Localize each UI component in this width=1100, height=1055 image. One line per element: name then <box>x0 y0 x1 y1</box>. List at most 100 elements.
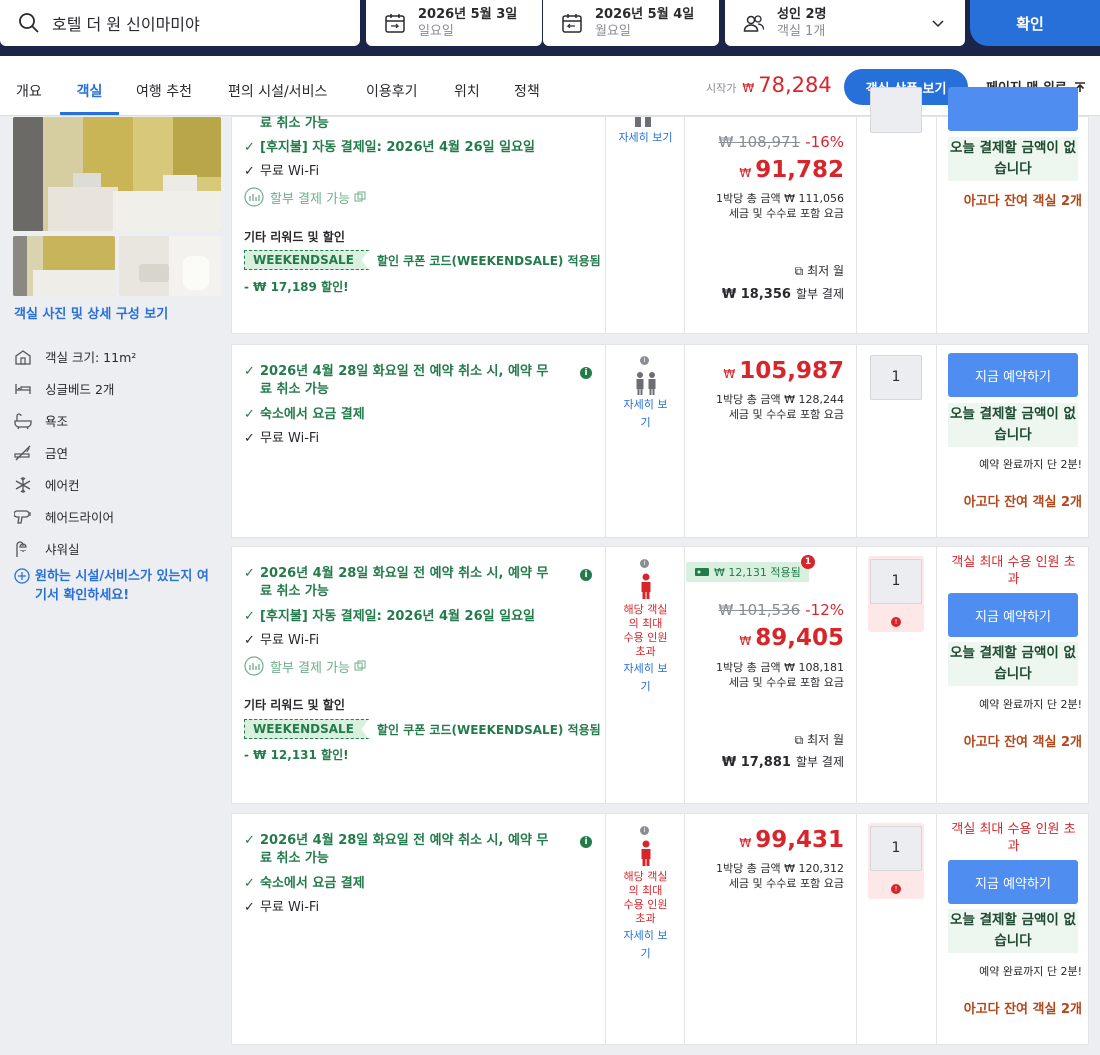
wifi-text: 무료 Wi-Fi <box>260 164 320 179</box>
tab-facilities[interactable]: 편의 시설/서비스 <box>228 56 327 115</box>
coupon-icon <box>695 568 709 576</box>
room-size-icon <box>15 349 31 365</box>
check-icon: ✓ <box>244 364 255 379</box>
rooms-left-notice: 아고다 잔여 객실 2개 <box>963 194 1082 209</box>
applied-discount-badge: ₩ 12,131 적용됨 <box>686 562 809 582</box>
price-details: 1박당 총 금액 ₩ 128,244 세금 및 수수료 포함 요금 <box>716 392 844 422</box>
room-main-photo[interactable] <box>13 117 221 231</box>
installment-label: 할부 결제 <box>796 287 844 301</box>
installment-icon <box>244 656 264 676</box>
installment-label: 할부 결제 <box>796 755 844 769</box>
installment-text: 할부 결제 가능 <box>270 660 351 676</box>
book-now-button[interactable] <box>948 87 1078 131</box>
book-now-button[interactable]: 지금 예약하기 <box>948 593 1078 637</box>
installment-available: 할부 결제 가능 <box>244 187 366 207</box>
occupancy-field[interactable]: 성인 2명 객실 1개 <box>725 0 965 46</box>
amenity-no-smoking: 금연 <box>14 443 68 462</box>
amenity-label: 욕조 <box>45 414 69 429</box>
check-icon: ✓ <box>244 431 255 446</box>
info-icon[interactable]: i <box>580 367 592 379</box>
quantity-select[interactable] <box>870 87 922 133</box>
search-query: 호텔 더 원 신이마미야 <box>52 15 200 34</box>
postpay-feature: ✓ [후지불] 자동 결제일: 2026년 4월 26일 일요일 <box>244 608 535 626</box>
occupancy-cell: i 자세히 보기 <box>606 345 685 537</box>
booking-cell: 지금 예약하기 오늘 결제할 금액이 없습니다 예약 완료까지 단 2분! 아고… <box>937 345 1090 537</box>
search-field[interactable]: 호텔 더 원 신이마미야 <box>0 0 360 46</box>
details-link[interactable]: 자세히 보기 <box>606 129 685 147</box>
booking-time-note: 예약 완료까지 단 2분! <box>979 458 1082 471</box>
monthly-installment: ₩ 18,356 할부 결제 <box>722 283 844 302</box>
final-price: ₩91,782 <box>739 157 844 183</box>
amenity-air-conditioning: 에어컨 <box>14 475 80 494</box>
tab-policies[interactable]: 정책 <box>514 56 540 115</box>
wifi-feature: ✓ 무료 Wi-Fi <box>244 430 319 448</box>
total-per-night: 1박당 총 금액 ₩ 128,244 <box>716 393 844 406</box>
details-link[interactable]: 자세히 보기 <box>606 927 685 963</box>
info-icon[interactable]: i <box>640 826 649 835</box>
coupon-text: 할인 쿠폰 코드(WEEKENDSALE) 적용됨 <box>376 722 601 737</box>
check-icon: ✓ <box>244 633 255 648</box>
checkout-field[interactable]: 2026년 5월 4일 월요일 <box>543 0 719 46</box>
room-photos-link[interactable]: 객실 사진 및 상세 구성 보기 <box>14 303 168 322</box>
quantity-select[interactable]: 1 <box>870 826 922 871</box>
installment-icon <box>244 187 264 207</box>
person-warning-icon <box>641 840 651 866</box>
rooms-left-notice: 아고다 잔여 객실 2개 <box>963 495 1082 510</box>
amenity-beds: 싱글베드 2개 <box>14 379 114 398</box>
price-amount: 105,987 <box>739 358 844 384</box>
quantity-cell: 1 ! <box>857 814 937 1044</box>
price-details: 1박당 총 금액 ₩ 120,312 세금 및 수수료 포함 요금 <box>716 861 844 891</box>
details-link[interactable]: 자세히 보기 <box>606 660 685 696</box>
currency-symbol: ₩ <box>739 634 752 648</box>
booking-cell: 오늘 결제할 금액이 없습니다 아고다 잔여 객실 2개 <box>937 87 1090 333</box>
tab-location[interactable]: 위치 <box>454 56 480 115</box>
quantity-cell: 1 <box>857 345 937 537</box>
discount-amount: - ₩ 17,189 할인! <box>244 280 349 294</box>
quantity-cell: 1 ! <box>857 547 937 803</box>
tab-rooms[interactable]: 객실 <box>60 56 119 115</box>
info-icon[interactable]: i <box>580 569 592 581</box>
occupancy-cell: 자세히 보기 <box>606 117 685 333</box>
checkin-date: 2026년 5월 3일 <box>418 7 518 22</box>
check-icon: ✓ <box>244 900 255 915</box>
wifi-text: 무료 Wi-Fi <box>260 633 320 648</box>
notification-badge: 1 <box>801 555 815 569</box>
info-icon[interactable]: i <box>580 836 592 848</box>
currency-symbol: ₩ <box>723 367 736 381</box>
copy-icon <box>354 660 366 671</box>
coupon-tag: WEEKENDSALE <box>244 250 369 270</box>
tab-overview[interactable]: 개요 <box>16 56 42 115</box>
tab-travel-tips[interactable]: 여행 추천 <box>136 56 192 115</box>
info-icon[interactable]: i <box>640 356 649 365</box>
chevron-down-icon <box>932 20 944 28</box>
room-info-panel: 객실 사진 및 상세 구성 보기 객실 크기: 11m² 싱글베드 2개 욕조 … <box>0 117 230 1055</box>
amenity-search-link[interactable]: 원하는 시설/서비스가 있는지 여기서 확인하세요! <box>14 567 220 605</box>
coupon-row: WEEKENDSALE 할인 쿠폰 코드(WEEKENDSALE) 적용됨 <box>244 250 601 270</box>
total-per-night: 1박당 총 금액 ₩ 111,056 <box>716 192 844 205</box>
postpay-text: [후지불] 자동 결제일: 2026년 4월 26일 일요일 <box>260 609 535 624</box>
checkin-field[interactable]: 2026년 5월 3일 일요일 <box>366 0 542 46</box>
price-details: 1박당 총 금액 ₩ 111,056 세금 및 수수료 포함 요금 <box>716 191 844 221</box>
guests-icon <box>743 15 765 32</box>
booking-time-note: 예약 완료까지 단 2분! <box>979 698 1082 711</box>
tab-reviews[interactable]: 이용후기 <box>366 56 418 115</box>
book-now-button[interactable]: 지금 예약하기 <box>948 860 1078 904</box>
details-link[interactable]: 자세히 보기 <box>606 396 685 432</box>
room-photo-thumb-2[interactable] <box>119 236 221 296</box>
free-cancel-text-2: 료 취소 가능 <box>260 382 329 397</box>
max-occupancy-warning: 객실 최대 수용 인원 초과 <box>951 822 1076 854</box>
check-icon: ✓ <box>244 566 255 581</box>
quantity-select[interactable]: 1 <box>870 355 922 400</box>
over-capacity-note: 해당 객실의 최대 수용 인원 초과 <box>623 870 668 925</box>
room-photo-thumb-1[interactable] <box>13 236 115 296</box>
room-offer-row-4: ✓ 2026년 4월 28일 화요일 전 예약 취소 시, 예약 무료 취소 가능… <box>231 813 1089 1045</box>
info-icon[interactable]: i <box>640 559 649 568</box>
amenity-label: 헤어드라이어 <box>45 510 115 525</box>
copy-icon: ⧉ <box>794 264 804 278</box>
book-now-button[interactable]: 지금 예약하기 <box>948 353 1078 397</box>
confirm-button[interactable]: 확인 <box>970 0 1100 46</box>
room-offer-row-1: 료 취소 가능 ✓ [후지불] 자동 결제일: 2026년 4월 26일 일요일 … <box>231 87 1090 334</box>
free-cancel-text-2: 료 취소 가능 <box>260 584 329 599</box>
quantity-select[interactable]: 1 <box>870 559 922 604</box>
search-bar: 호텔 더 원 신이마미야 2026년 5월 3일 일요일 2026년 5월 4일… <box>0 0 1100 56</box>
